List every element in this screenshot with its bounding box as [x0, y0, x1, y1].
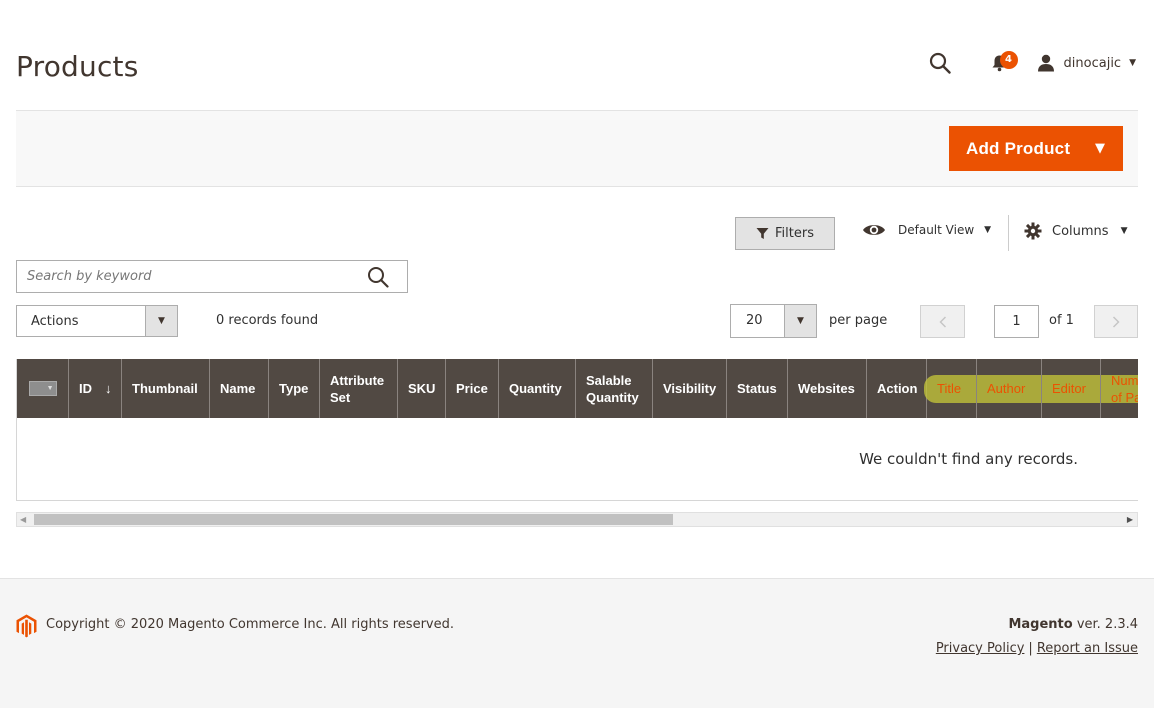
- magento-logo-icon: [16, 614, 37, 638]
- column-header-number-of-pages[interactable]: Number of Pages: [1101, 359, 1138, 418]
- column-header-id[interactable]: ID ↓: [69, 359, 122, 418]
- empty-grid-message: We couldn't find any records.: [859, 450, 1078, 468]
- mass-select-checkbox[interactable]: ▼: [17, 359, 69, 418]
- chevron-right-icon: [1112, 315, 1120, 328]
- column-label: Salable Quantity: [586, 372, 639, 405]
- mass-actions-select[interactable]: Actions ▼: [16, 305, 178, 337]
- column-header-sku[interactable]: SKU: [398, 359, 446, 418]
- report-issue-link[interactable]: Report an Issue: [1037, 641, 1138, 656]
- column-header-attribute-set[interactable]: Attribute Set: [320, 359, 398, 418]
- column-label: ID: [79, 381, 92, 396]
- columns-label: Columns: [1052, 223, 1109, 239]
- chevron-left-icon: [938, 315, 946, 328]
- copyright-text: Copyright © 2020 Magento Commerce Inc. A…: [46, 617, 454, 632]
- column-label: Quantity: [509, 381, 562, 396]
- user-icon: [1037, 54, 1054, 72]
- view-switcher[interactable]: Default View ▼: [862, 222, 991, 238]
- column-header-price[interactable]: Price: [446, 359, 499, 418]
- column-label: Status: [737, 381, 777, 396]
- keyword-search: [16, 260, 408, 293]
- notifications-button[interactable]: 4: [985, 48, 1018, 78]
- filter-icon: [756, 228, 769, 239]
- column-label: SKU: [408, 381, 436, 396]
- mass-actions-label: Actions: [31, 313, 79, 329]
- column-header-editor[interactable]: Editor: [1042, 359, 1101, 418]
- version-info: Magento ver. 2.3.4: [1008, 617, 1138, 632]
- column-header-visibility[interactable]: Visibility: [653, 359, 727, 418]
- scroll-left-arrow-icon[interactable]: ◀: [20, 515, 26, 524]
- column-label: Type: [279, 381, 309, 396]
- column-label: Websites: [798, 381, 855, 396]
- eye-icon: [863, 225, 885, 235]
- page-title: Products: [16, 50, 139, 83]
- current-page-input[interactable]: 1: [994, 305, 1039, 338]
- keyword-search-button[interactable]: [367, 266, 389, 292]
- link-separator: |: [1028, 641, 1033, 656]
- column-header-thumbnail[interactable]: Thumbnail: [122, 359, 210, 418]
- user-menu-caret-icon: ▼: [1129, 58, 1136, 68]
- columns-caret-icon: ▼: [1120, 226, 1128, 236]
- previous-page-button[interactable]: [920, 305, 965, 338]
- column-label: Editor: [1052, 381, 1086, 396]
- gear-icon: [1024, 222, 1042, 240]
- header-actions: 4 dinocajic ▼: [925, 48, 1136, 78]
- column-label: Attribute Set: [330, 372, 385, 405]
- notifications-count-badge: 4: [999, 51, 1018, 69]
- scrollbar-thumb[interactable]: [34, 514, 673, 525]
- column-label: Price: [456, 381, 488, 396]
- columns-button[interactable]: Columns ▼: [1024, 222, 1127, 240]
- global-search-button[interactable]: [925, 48, 955, 78]
- filters-button[interactable]: Filters: [735, 217, 835, 250]
- products-grid: ▼ ID ↓ Thumbnail Name Type Attribute Set…: [16, 359, 1138, 501]
- column-header-title[interactable]: Title: [927, 359, 977, 418]
- column-label: Number of Pages: [1111, 372, 1138, 405]
- total-pages-label: of 1: [1049, 313, 1074, 328]
- footer-links: Privacy Policy | Report an Issue: [936, 641, 1138, 656]
- column-header-action: Action: [867, 359, 927, 418]
- column-header-salable-quantity[interactable]: Salable Quantity: [576, 359, 653, 418]
- column-label: Title: [937, 381, 962, 396]
- keyword-search-input[interactable]: [17, 261, 357, 292]
- column-header-quantity[interactable]: Quantity: [499, 359, 576, 418]
- username-label: dinocajic: [1063, 55, 1122, 71]
- column-header-status[interactable]: Status: [727, 359, 788, 418]
- grid-header-row: ▼ ID ↓ Thumbnail Name Type Attribute Set…: [17, 359, 1138, 418]
- view-label: Default View: [898, 223, 975, 237]
- column-header-type[interactable]: Type: [269, 359, 320, 418]
- per-page-label: per page: [829, 313, 888, 328]
- column-label: Thumbnail: [132, 381, 198, 396]
- next-page-button[interactable]: [1094, 305, 1138, 338]
- column-header-websites[interactable]: Websites: [788, 359, 867, 418]
- per-page-select[interactable]: 20 ▼: [730, 304, 817, 338]
- column-label: Action: [877, 381, 918, 396]
- column-label: Name: [220, 381, 256, 396]
- toolbar-divider: [1008, 215, 1009, 251]
- page-footer: Copyright © 2020 Magento Commerce Inc. A…: [0, 578, 1154, 708]
- view-caret-icon: ▼: [984, 225, 992, 235]
- add-product-label: Add Product: [966, 138, 1071, 158]
- search-icon: [929, 52, 951, 74]
- user-menu[interactable]: dinocajic ▼: [1037, 54, 1136, 72]
- records-found-count: 0 records found: [216, 313, 319, 328]
- add-product-button[interactable]: Add Product ▼: [949, 126, 1123, 171]
- filters-label: Filters: [775, 226, 814, 241]
- mass-select-dropdown-icon: ▼: [28, 381, 57, 396]
- column-header-author[interactable]: Author: [977, 359, 1042, 418]
- scroll-right-arrow-icon[interactable]: ▶: [1127, 515, 1133, 524]
- chevron-down-icon: ▼: [145, 306, 177, 336]
- chevron-down-icon: ▼: [1095, 141, 1105, 156]
- sort-arrow-icon: ↓: [105, 381, 112, 396]
- privacy-policy-link[interactable]: Privacy Policy: [936, 641, 1025, 656]
- version-number: ver. 2.3.4: [1076, 617, 1138, 632]
- column-header-name[interactable]: Name: [210, 359, 269, 418]
- chevron-down-icon: ▼: [784, 305, 816, 337]
- per-page-value: 20: [746, 313, 763, 328]
- search-icon: [368, 267, 389, 288]
- add-product-dropdown-toggle[interactable]: ▼: [1078, 127, 1122, 170]
- brand-name: Magento: [1008, 617, 1073, 632]
- horizontal-scrollbar[interactable]: ◀ ▶: [16, 512, 1138, 527]
- page-actions-bar: Add Product ▼: [16, 110, 1138, 187]
- column-label: Visibility: [663, 381, 717, 396]
- column-label: Author: [987, 381, 1026, 396]
